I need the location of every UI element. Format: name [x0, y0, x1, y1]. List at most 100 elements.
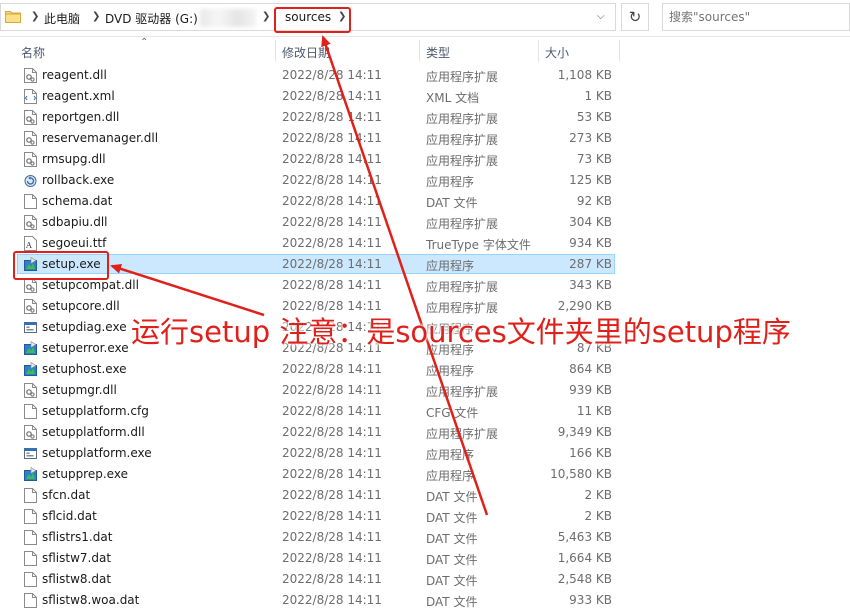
file-date: 2022/8/28 14:11 [282, 89, 382, 103]
file-date: 2022/8/28 14:11 [282, 152, 382, 166]
file-type: 应用程序扩展 [426, 385, 499, 399]
file-type: DAT 文件 [426, 490, 478, 504]
file-row[interactable]: setup.exe 2022/8/28 14:11 应用程序 287 KB [0, 254, 850, 275]
file-row[interactable]: setuphost.exe 2022/8/28 14:11 应用程序 864 KB [0, 359, 850, 380]
generic-file-icon [24, 530, 37, 545]
file-date: 2022/8/28 14:11 [282, 362, 382, 376]
column-header-name[interactable]: 名称 [21, 44, 45, 61]
column-divider[interactable] [275, 40, 276, 62]
file-row[interactable]: setupplatform.dll 2022/8/28 14:11 应用程序扩展 9,… [0, 422, 850, 443]
generic-file-icon [24, 194, 37, 209]
dll-file-icon [24, 299, 37, 314]
file-row[interactable]: sflcid.dat 2022/8/28 14:11 DAT 文件 2 KB [0, 506, 850, 527]
dll-file-icon [24, 278, 37, 293]
file-name: sflistrs1.dat [42, 530, 113, 544]
column-divider[interactable] [419, 40, 420, 62]
file-size: 2,548 KB [557, 572, 612, 586]
address-bar[interactable]: ❯ 此电脑 ❯ DVD 驱动器 (G:) ❯ sources ❯ ⌵ [0, 3, 616, 33]
search-box[interactable] [662, 3, 850, 31]
generic-file-icon [24, 593, 37, 608]
file-row[interactable]: sflistw7.dat 2022/8/28 14:11 DAT 文件 1,664 K… [0, 548, 850, 569]
file-row[interactable]: reservemanager.dll 2022/8/28 14:11 应用程序扩展 2… [0, 128, 850, 149]
file-row[interactable]: sdbapiu.dll 2022/8/28 14:11 应用程序扩展 304 KB [0, 212, 850, 233]
file-size: 9,349 KB [557, 425, 612, 439]
file-date: 2022/8/28 14:11 [282, 236, 382, 250]
file-row[interactable]: sflistw8.woa.dat 2022/8/28 14:11 DAT 文件 933… [0, 590, 850, 611]
file-type: 应用程序扩展 [426, 112, 499, 126]
file-size: 11 KB [576, 404, 612, 418]
file-size: 1,664 KB [557, 551, 612, 565]
redacted-blur [200, 9, 256, 27]
file-row[interactable]: reagent.dll 2022/8/28 14:11 应用程序扩展 1,108 KB [0, 65, 850, 86]
generic-file-icon [24, 488, 37, 503]
file-type: 应用程序扩展 [426, 280, 499, 294]
file-type: 应用程序扩展 [426, 154, 499, 168]
file-name: rollback.exe [42, 173, 115, 187]
file-type: 应用程序扩展 [426, 70, 499, 84]
generic-file-icon [24, 572, 37, 587]
file-name: setupcompat.dll [42, 278, 139, 292]
file-name: sflcid.dat [42, 509, 97, 523]
setup-highlight-box [13, 251, 109, 280]
file-row[interactable]: rmsupg.dll 2022/8/28 14:11 应用程序扩展 73 KB [0, 149, 850, 170]
file-row[interactable]: schema.dat 2022/8/28 14:11 DAT 文件 92 KB [0, 191, 850, 212]
file-row[interactable]: setupplatform.exe 2022/8/28 14:11 应用程序 166 … [0, 443, 850, 464]
file-type: CFG 文件 [426, 406, 479, 420]
breadcrumb-this-pc[interactable]: 此电脑 [44, 10, 80, 27]
file-row[interactable]: reagent.xml 2022/8/28 14:11 XML 文档 1 KB [0, 86, 850, 107]
column-header-type[interactable]: 类型 [426, 44, 450, 61]
file-row[interactable]: reportgen.dll 2022/8/28 14:11 应用程序扩展 53 KB [0, 107, 850, 128]
file-size: 10,580 KB [550, 467, 612, 481]
file-size: 2 KB [584, 488, 612, 502]
file-date: 2022/8/28 14:11 [282, 593, 382, 607]
dll-file-icon [24, 383, 37, 398]
file-date: 2022/8/28 14:11 [282, 383, 382, 397]
file-type: DAT 文件 [426, 574, 478, 588]
file-type: DAT 文件 [426, 196, 478, 210]
column-header-size[interactable]: 大小 [545, 44, 569, 61]
breadcrumb-separator-icon: ❯ [262, 11, 271, 22]
application-window-icon [24, 322, 37, 333]
search-input[interactable] [669, 9, 839, 25]
breadcrumb-separator-icon: ❯ [338, 11, 347, 22]
refresh-icon: ↻ [628, 8, 642, 26]
chevron-down-icon[interactable]: ⌵ [597, 11, 605, 22]
folder-icon [5, 11, 21, 23]
file-row[interactable]: sfcn.dat 2022/8/28 14:11 DAT 文件 2 KB [0, 485, 850, 506]
file-row[interactable]: Asegoeui.ttf 2022/8/28 14:11 TrueType 字体文件… [0, 233, 850, 254]
breadcrumb-dvd-drive[interactable]: DVD 驱动器 (G:) [105, 10, 198, 27]
application-window-icon [24, 448, 37, 459]
file-size: 933 KB [569, 593, 612, 607]
file-size: 343 KB [569, 278, 612, 292]
column-divider[interactable] [538, 40, 539, 62]
dll-file-icon [24, 131, 37, 146]
file-row[interactable]: sflistrs1.dat 2022/8/28 14:11 DAT 文件 5,463 … [0, 527, 850, 548]
file-size: 1 KB [584, 89, 612, 103]
file-name: setupdiag.exe [42, 320, 127, 334]
file-row[interactable]: setupmgr.dll 2022/8/28 14:11 应用程序扩展 939 KB [0, 380, 850, 401]
column-divider[interactable] [619, 40, 620, 62]
file-date: 2022/8/28 14:11 [282, 530, 382, 544]
file-name: setupplatform.dll [42, 425, 145, 439]
file-name: segoeui.ttf [42, 236, 107, 250]
file-row[interactable]: setupcompat.dll 2022/8/28 14:11 应用程序扩展 343 … [0, 275, 850, 296]
dll-file-icon [24, 152, 37, 167]
file-size: 125 KB [569, 173, 612, 187]
file-size: 92 KB [576, 194, 612, 208]
file-name: setuperror.exe [42, 341, 129, 355]
file-name: reagent.xml [42, 89, 115, 103]
file-row[interactable]: setupplatform.cfg 2022/8/28 14:11 CFG 文件 11… [0, 401, 850, 422]
refresh-button[interactable]: ↻ [621, 3, 649, 31]
dll-file-icon [24, 68, 37, 83]
file-name: sflistw7.dat [42, 551, 112, 565]
file-name: rmsupg.dll [42, 152, 106, 166]
file-name: setupmgr.dll [42, 383, 117, 397]
file-row[interactable]: sflistw8.dat 2022/8/28 14:11 DAT 文件 2,548 K… [0, 569, 850, 590]
file-date: 2022/8/28 14:11 [282, 215, 382, 229]
file-name: sflistw8.woa.dat [42, 593, 140, 607]
file-row[interactable]: setupprep.exe 2022/8/28 14:11 应用程序 10,580 K… [0, 464, 850, 485]
column-header-date[interactable]: 修改日期 [282, 44, 330, 61]
file-date: 2022/8/28 14:11 [282, 572, 382, 586]
file-date: 2022/8/28 14:11 [282, 68, 382, 82]
file-row[interactable]: rollback.exe 2022/8/28 14:11 应用程序 125 KB [0, 170, 850, 191]
